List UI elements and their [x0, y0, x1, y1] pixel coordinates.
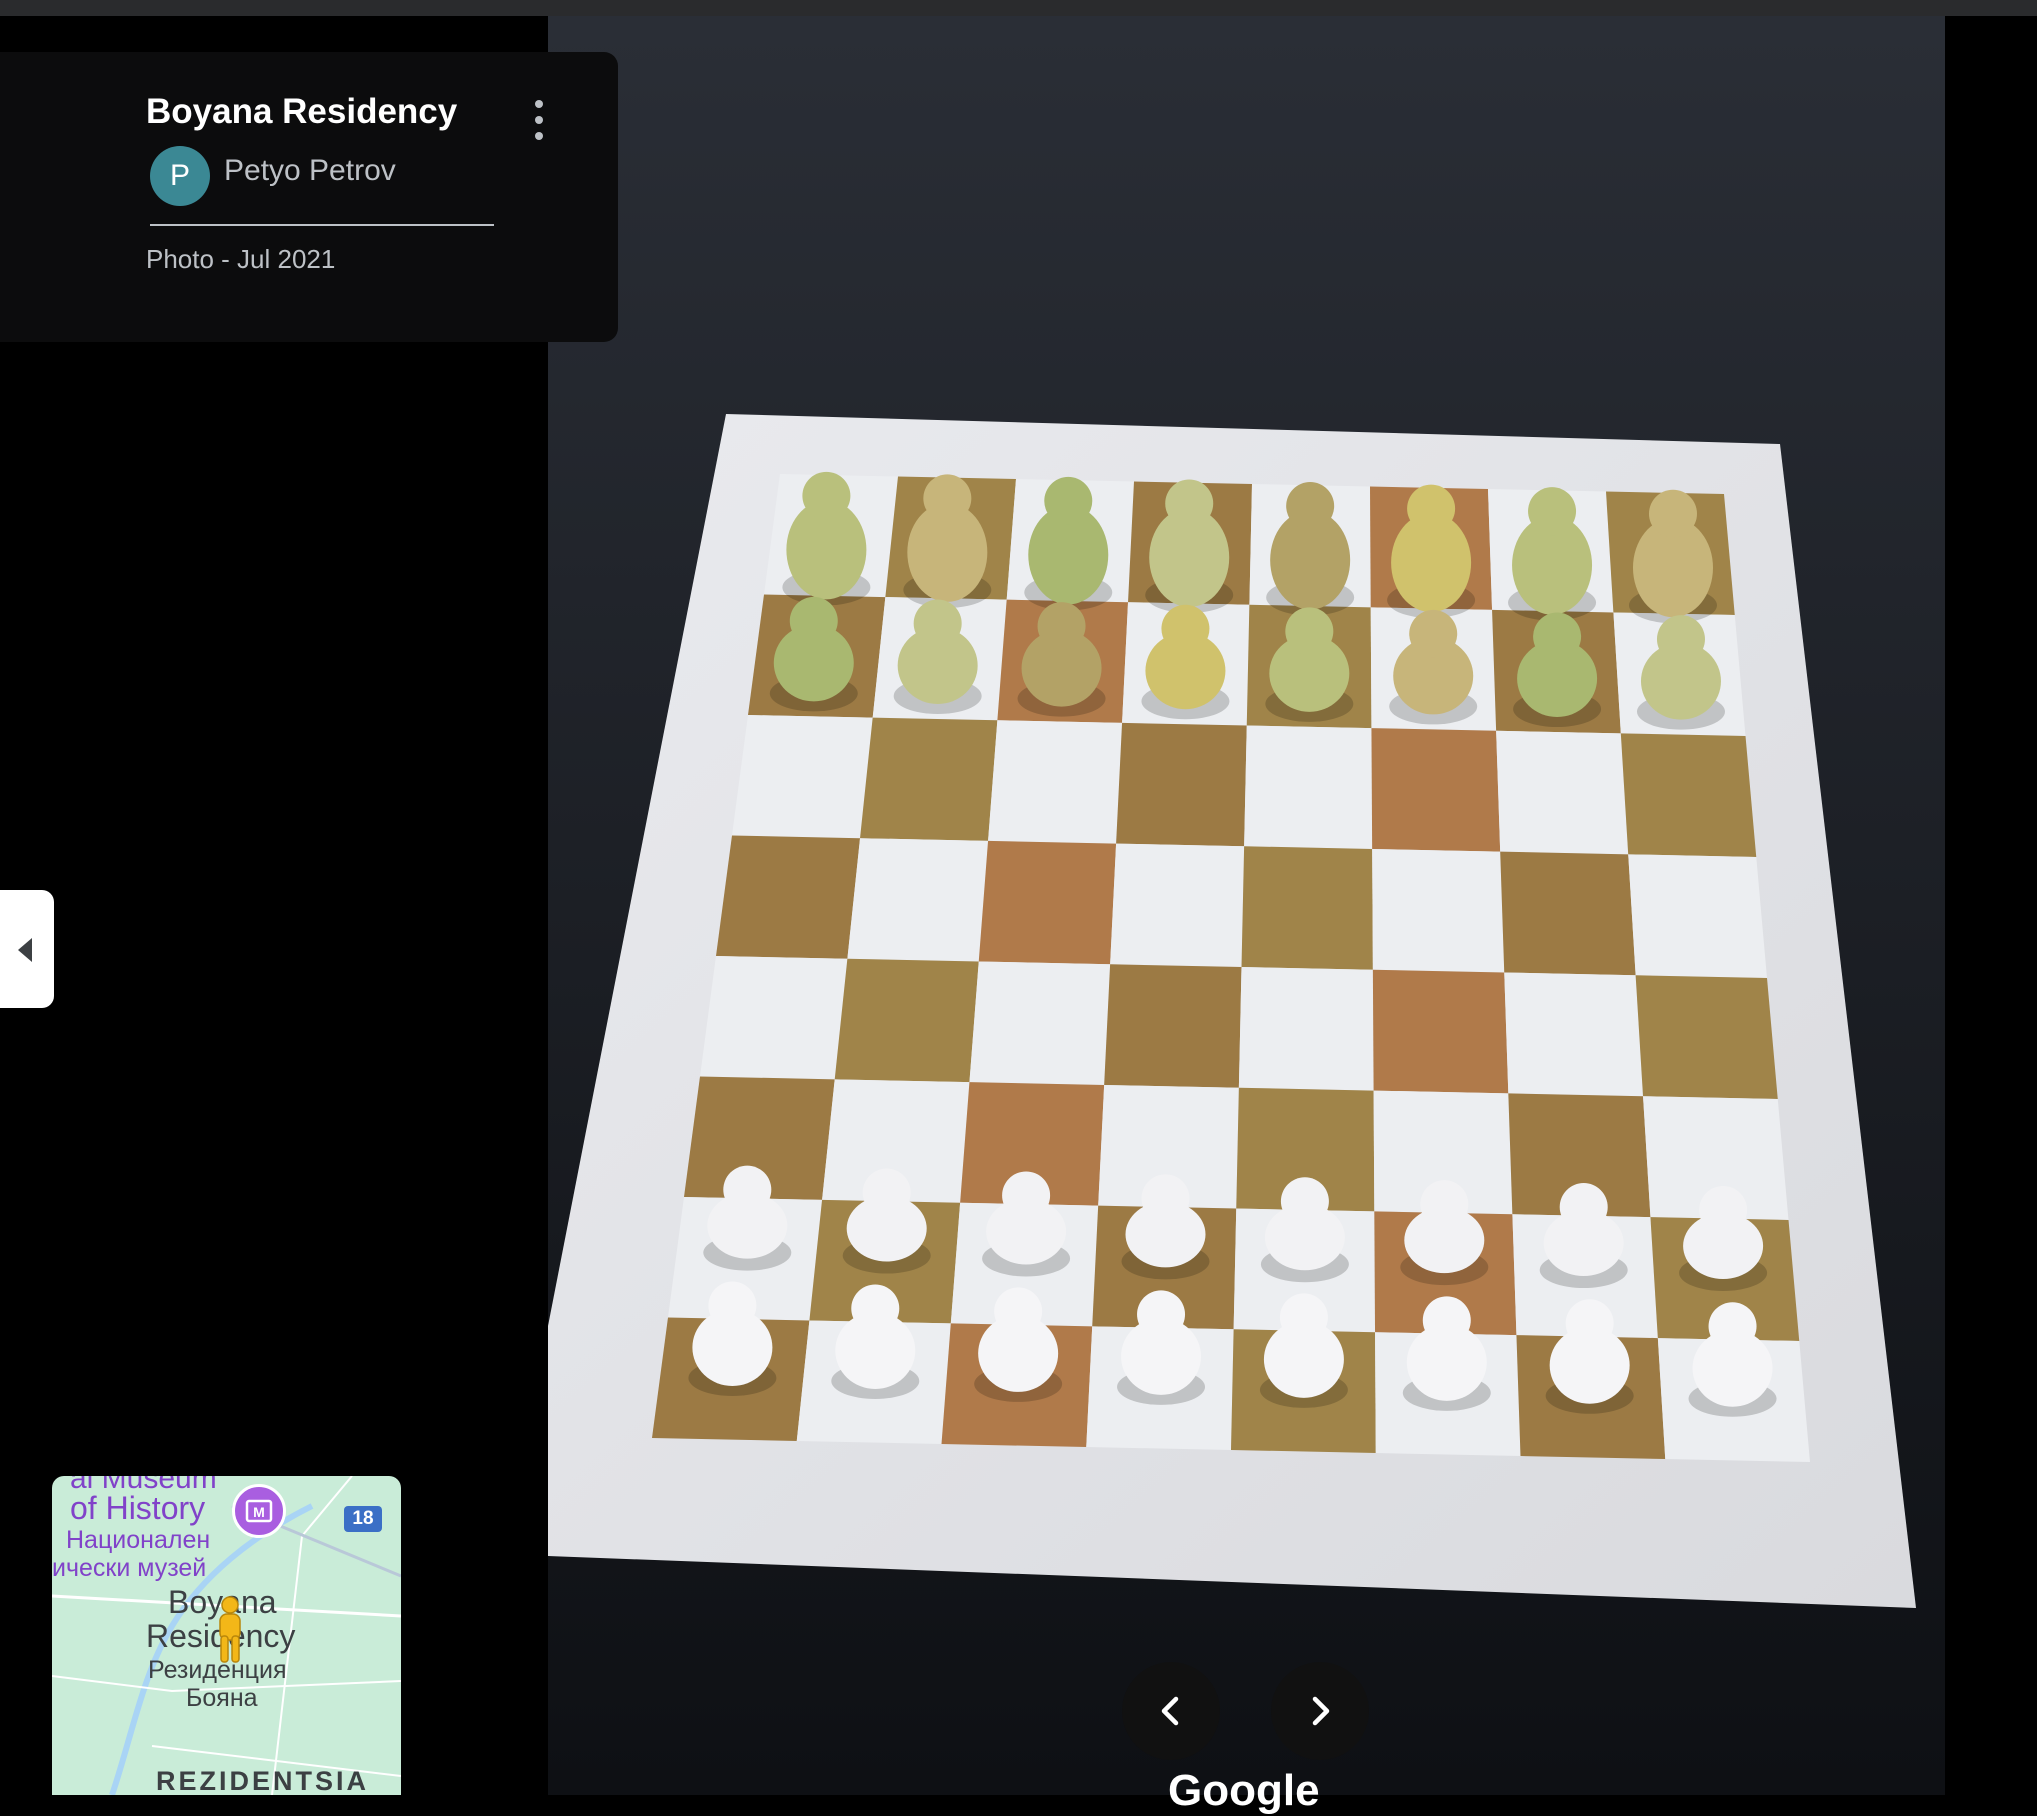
photo-viewer[interactable] [548, 16, 1945, 1795]
top-bar [0, 0, 2037, 16]
board-square [1116, 722, 1247, 847]
board-square [969, 961, 1111, 1085]
board-square [1372, 969, 1509, 1094]
board-square [834, 958, 979, 1083]
board-square [1110, 843, 1245, 967]
collapse-panel-button[interactable] [0, 890, 54, 1008]
board-square [1620, 733, 1757, 857]
road-number-badge: 18 [344, 1506, 382, 1532]
board-square [860, 717, 998, 841]
board-square [1635, 975, 1778, 1099]
author-avatar[interactable]: P [150, 146, 210, 206]
chessboard-photo [548, 16, 1945, 1795]
board-square [1504, 972, 1644, 1097]
board-square [1372, 848, 1505, 973]
svg-text:M: M [253, 1504, 265, 1520]
photo-date: Photo - Jul 2021 [146, 244, 336, 274]
previous-photo-button[interactable] [1122, 1662, 1220, 1760]
board-square [1241, 846, 1373, 970]
board-square [847, 838, 989, 962]
board-square [1628, 854, 1767, 978]
board-square [700, 956, 848, 1080]
museum-icon: M [232, 1484, 286, 1538]
chevron-left-icon [18, 938, 32, 962]
map-label-place-bg2: Бояна [186, 1684, 258, 1712]
more-options-button[interactable] [522, 96, 556, 144]
place-title[interactable]: Boyana Residency [146, 92, 457, 132]
board-square [1371, 728, 1501, 852]
google-watermark: Google [1168, 1766, 1320, 1815]
author-name[interactable]: Petyo Petrov [224, 154, 396, 188]
map-label-museum-bg2: ически музей [52, 1554, 207, 1582]
map-label-area: REZIDENTSIA [156, 1766, 370, 1795]
map-label-museum: of History [70, 1490, 206, 1526]
board-square [1500, 851, 1636, 976]
chevron-right-icon [1312, 1696, 1330, 1726]
board-square [1244, 725, 1373, 849]
board-square [978, 840, 1117, 965]
next-photo-button[interactable] [1271, 1662, 1369, 1760]
divider [150, 224, 494, 226]
more-vert-icon [535, 100, 543, 108]
mini-map[interactable]: al Museum of History Национален ически м… [52, 1476, 401, 1795]
chevron-left-icon [1161, 1696, 1179, 1726]
board-square [1496, 730, 1629, 855]
board-square [988, 720, 1123, 844]
board-square [1238, 967, 1374, 1091]
board-square [716, 835, 861, 959]
pegman-icon[interactable] [212, 1596, 248, 1666]
map-label-museum-bg: Национален [66, 1526, 211, 1554]
board-square [732, 715, 873, 839]
board-square [1104, 964, 1242, 1088]
